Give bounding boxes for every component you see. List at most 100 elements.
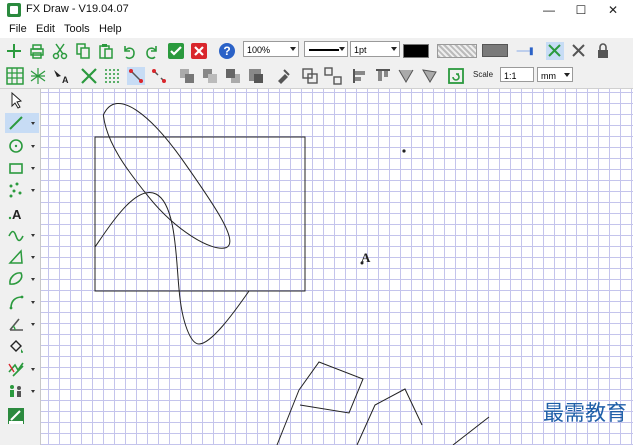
fill-tool[interactable] — [5, 336, 39, 356]
fill-pattern-combo[interactable] — [436, 41, 478, 60]
line-tool[interactable] — [5, 113, 39, 133]
angle-icon — [9, 318, 23, 331]
ungroup-icon[interactable] — [323, 66, 343, 85]
transform-icon — [8, 362, 24, 377]
drawn-quad[interactable] — [298, 361, 364, 414]
bring-forward-icon[interactable] — [200, 66, 220, 85]
menu-help[interactable]: Help — [99, 23, 122, 35]
send-backward-icon[interactable] — [223, 66, 243, 85]
drawing-canvas[interactable]: A 最需教育 — [41, 89, 633, 445]
text-tool[interactable]: A — [5, 203, 39, 223]
select-tool[interactable] — [5, 90, 39, 110]
undo-icon[interactable] — [119, 41, 139, 60]
main-toolbar: ? 100% 1pt — [0, 38, 633, 63]
line-icon — [9, 116, 23, 130]
group-icon[interactable] — [300, 66, 320, 85]
bring-front-icon[interactable] — [177, 66, 197, 85]
menu-tools[interactable]: Tools — [64, 23, 90, 35]
scale-input[interactable]: 1:1 — [500, 67, 534, 82]
svg-text:?: ? — [223, 44, 230, 58]
grid-icon[interactable] — [5, 66, 25, 85]
scale-label: Scale — [473, 70, 494, 79]
align-top-icon[interactable] — [373, 66, 393, 85]
rectangle-overlap — [201, 137, 239, 239]
app-logo-icon — [7, 3, 21, 17]
drawing-layer: A — [91, 102, 490, 445]
print-icon[interactable] — [27, 41, 47, 60]
dots-grid-icon[interactable] — [102, 66, 122, 85]
copy-icon[interactable] — [73, 41, 93, 60]
title-bar: FX Draw - V19.04.07 — ☐ ✕ — [0, 0, 633, 20]
fxsa-logo-icon — [8, 408, 24, 424]
circle-tool[interactable] — [5, 136, 39, 156]
drawn-point[interactable] — [402, 149, 406, 153]
fill-color-swatch[interactable] — [481, 41, 509, 60]
line-color-swatch[interactable] — [402, 41, 430, 60]
unit-value: mm — [541, 71, 556, 81]
cancel-icon[interactable] — [189, 41, 209, 60]
redo-icon[interactable] — [142, 41, 162, 60]
points-icon — [9, 182, 22, 198]
circle-icon — [9, 139, 23, 153]
node-link-icon[interactable] — [126, 66, 146, 85]
delete-icon[interactable] — [79, 66, 99, 85]
rectangle-icon — [9, 163, 23, 174]
menu-file[interactable]: File — [9, 23, 27, 35]
stamp-tool[interactable] — [5, 381, 39, 401]
snap-text-icon[interactable]: A — [51, 66, 71, 85]
help-icon[interactable]: ? — [217, 41, 237, 60]
paint-bucket-icon — [10, 340, 23, 353]
points-tool[interactable] — [5, 180, 39, 200]
close-button[interactable]: ✕ — [597, 0, 629, 20]
shape-tool[interactable] — [5, 269, 39, 289]
drawn-wave[interactable] — [94, 191, 250, 345]
flip-horizontal-icon[interactable] — [396, 66, 416, 85]
maximize-button[interactable]: ☐ — [565, 0, 597, 20]
menu-edit[interactable]: Edit — [36, 23, 55, 35]
drawn-polyline[interactable] — [356, 388, 423, 445]
drawn-line-2[interactable] — [452, 416, 490, 445]
send-back-icon[interactable] — [246, 66, 266, 85]
watermark: 最需教育 — [543, 401, 627, 425]
paste-icon[interactable] — [96, 41, 116, 60]
line-width-value: 1pt — [354, 45, 367, 55]
zoom-value: 100% — [247, 45, 271, 55]
menu-bar: File Edit Tools Help — [0, 20, 633, 38]
align-left-icon[interactable] — [350, 66, 370, 85]
svg-text:A: A — [62, 75, 69, 85]
iso-grid-icon[interactable] — [28, 66, 48, 85]
zoom-combo[interactable]: 100% — [243, 41, 299, 57]
left-toolbar: A — [0, 89, 41, 445]
lock-icon[interactable] — [593, 41, 613, 60]
wave-icon — [8, 230, 24, 242]
text-icon: A — [8, 207, 22, 222]
measure-angle-tool[interactable] — [5, 314, 39, 334]
rectangle-tool[interactable] — [5, 158, 39, 178]
accept-icon[interactable] — [166, 41, 186, 60]
curve-tool[interactable] — [5, 225, 39, 245]
flip-vertical-icon[interactable] — [419, 66, 439, 85]
arc-tool[interactable] — [5, 292, 39, 312]
line-width-combo[interactable]: 1pt — [350, 41, 400, 57]
line-style-combo[interactable] — [304, 41, 348, 57]
drawn-line-1[interactable] — [276, 389, 300, 445]
new-icon[interactable] — [4, 41, 24, 60]
drawn-ellipse[interactable] — [91, 102, 243, 249]
scale-value: 1:1 — [504, 71, 517, 81]
node-unlink-icon[interactable] — [149, 66, 169, 85]
unit-combo[interactable]: mm — [537, 67, 573, 82]
svg-text:A: A — [12, 207, 22, 222]
snap-icon[interactable] — [545, 41, 565, 60]
point-a-label: A — [361, 250, 371, 265]
minimize-button[interactable]: — — [533, 0, 565, 20]
transform-tool[interactable] — [5, 359, 39, 379]
format-painter-icon[interactable] — [273, 66, 293, 85]
angle-tool[interactable] — [5, 247, 39, 267]
rotate-icon[interactable] — [446, 66, 466, 85]
fxsa-tool[interactable] — [5, 406, 39, 426]
construct-icon[interactable] — [569, 41, 589, 60]
drawn-rectangle[interactable] — [94, 136, 306, 292]
cut-icon[interactable] — [50, 41, 70, 60]
arc-icon — [9, 295, 24, 310]
opacity-slider[interactable] — [510, 41, 540, 60]
